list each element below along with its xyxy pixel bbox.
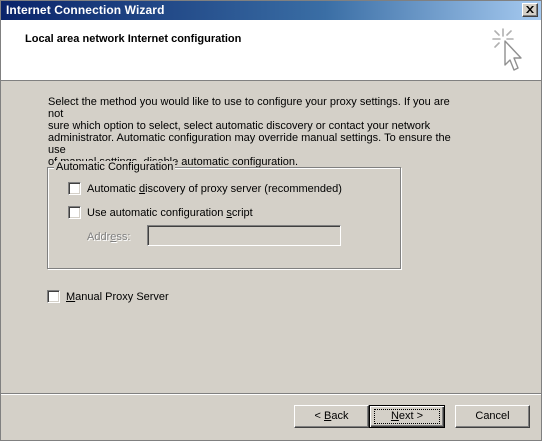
window-title: Internet Connection Wizard (6, 3, 165, 17)
manual-proxy-label: Manual Proxy Server (66, 290, 169, 303)
back-button[interactable]: < Back (294, 405, 369, 428)
page-title: Local area network Internet configuratio… (25, 33, 242, 45)
group-legend: Automatic Configuration (54, 161, 176, 173)
checkbox-box[interactable] (47, 290, 60, 303)
address-label: Address: (87, 231, 131, 243)
checkbox-box[interactable] (68, 206, 81, 219)
focus-rectangle (374, 409, 440, 424)
title-bar[interactable]: Internet Connection Wizard (1, 1, 541, 20)
checkbox-box[interactable] (68, 182, 81, 195)
cancel-button[interactable]: Cancel (455, 405, 530, 428)
next-button[interactable]: Next > (369, 405, 445, 428)
wizard-cursor-icon (492, 28, 522, 71)
wizard-header: Local area network Internet configuratio… (1, 20, 541, 81)
close-button[interactable] (522, 3, 538, 17)
manual-proxy-checkbox[interactable]: Manual Proxy Server (47, 290, 169, 303)
button-separator (1, 393, 541, 395)
wizard-window: Internet Connection Wizard Local area ne… (0, 0, 542, 441)
auto-discovery-label: Automatic discovery of proxy server (rec… (87, 182, 342, 195)
address-input[interactable] (147, 225, 341, 246)
auto-config-script-label: Use automatic configuration script (87, 206, 253, 219)
auto-config-script-checkbox[interactable]: Use automatic configuration script (68, 206, 253, 219)
intro-text: Select the method you would like to use … (48, 96, 451, 168)
auto-discovery-checkbox[interactable]: Automatic discovery of proxy server (rec… (68, 182, 342, 195)
close-icon (526, 6, 534, 13)
